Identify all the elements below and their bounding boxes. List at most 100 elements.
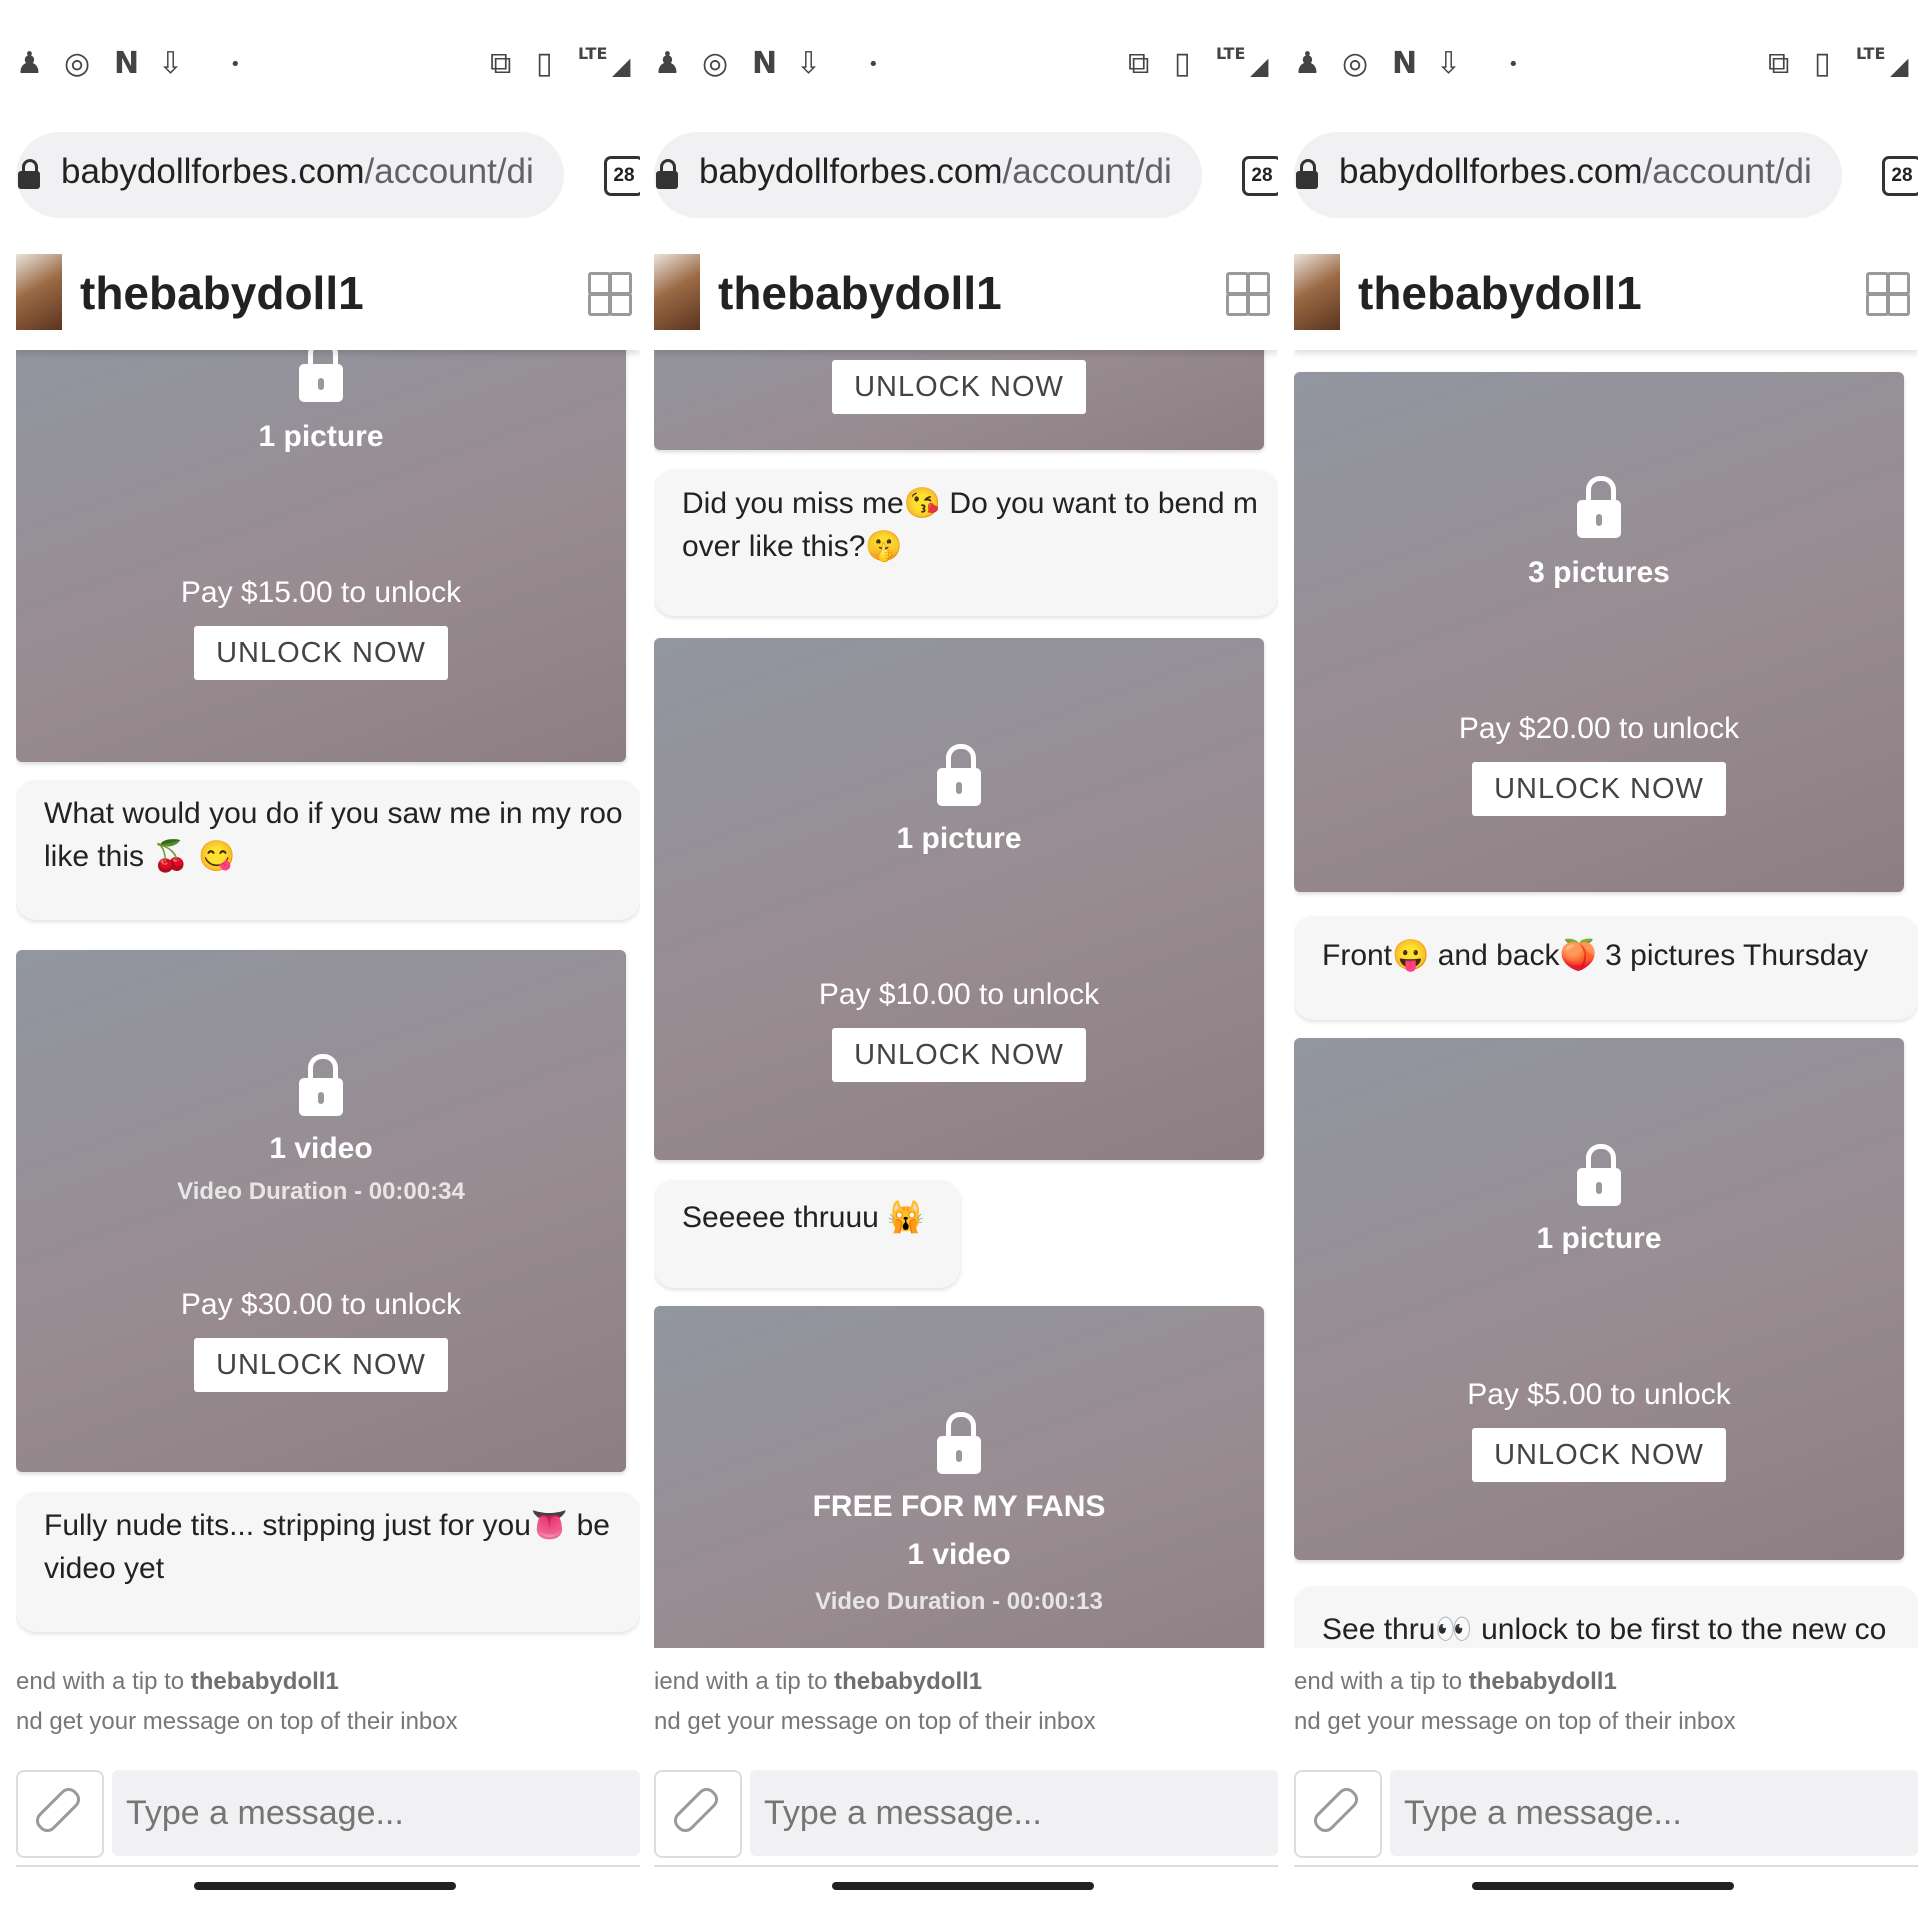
- message-text: like this 🍒 😋: [44, 840, 236, 873]
- instagram-icon: ◎: [1342, 46, 1369, 81]
- message-text: Did you miss me😘 Do you want to bend m: [682, 487, 1258, 520]
- divider: [1294, 1865, 1918, 1867]
- chat-username[interactable]: thebabydoll1: [718, 266, 1002, 320]
- address-bar[interactable]: babydollforbes.com/account/di: [16, 132, 564, 218]
- cast-icon: ⧉: [1128, 46, 1150, 81]
- signal-icon: ◢: [1250, 52, 1269, 80]
- lock-icon: [18, 159, 40, 189]
- padlock-icon: [937, 744, 981, 806]
- address-bar[interactable]: babydollforbes.com/account/di: [1294, 132, 1842, 218]
- phone-panel-2: ♟ ◎ N ⇩ • ⧉ ▯ LTE ◢ babydollforbes.com/a…: [654, 0, 1278, 1920]
- snapchat-icon: ♟: [16, 46, 43, 81]
- message-bubble: Did you miss me😘 Do you want to bend m o…: [654, 470, 1278, 616]
- message-input[interactable]: [1390, 1770, 1918, 1856]
- lock-icon: [1296, 159, 1318, 189]
- locked-media-card: 1 video Video Duration - 00:00:34 Pay $3…: [16, 950, 626, 1472]
- vibrate-icon: ▯: [536, 46, 553, 81]
- lte-label: LTE: [578, 44, 608, 63]
- tab-count-button[interactable]: 28: [604, 156, 640, 196]
- message-text: Seeeee thruuu 🙀: [682, 1201, 925, 1234]
- unlock-now-button[interactable]: UNLOCK NOW: [194, 1338, 448, 1392]
- video-duration: Video Duration - 00:00:13: [815, 1588, 1103, 1615]
- avatar[interactable]: [1294, 254, 1340, 330]
- phone-panel-1: ♟ ◎ N ⇩ • ⧉ ▯ LTE ◢ babydollforbes.com/a…: [16, 0, 640, 1920]
- attach-button[interactable]: [16, 1770, 104, 1858]
- unlock-price: Pay $5.00 to unlock: [1467, 1378, 1731, 1411]
- unlock-now-button[interactable]: UNLOCK NOW: [832, 1028, 1086, 1082]
- download-icon: ⇩: [796, 46, 822, 81]
- padlock-icon: [299, 1054, 343, 1116]
- free-for-fans-label: FREE FOR MY FANS: [812, 1490, 1106, 1523]
- media-type-label: 3 pictures: [1528, 556, 1670, 589]
- padlock-icon: [299, 350, 343, 402]
- locked-media-card: 3 pictures Pay $20.00 to unlock UNLOCK N…: [1294, 372, 1904, 892]
- netflix-icon: N: [114, 46, 140, 81]
- unlock-now-button[interactable]: UNLOCK NOW: [194, 626, 448, 680]
- avatar[interactable]: [654, 254, 700, 330]
- paperclip-icon: [1309, 1783, 1363, 1837]
- tip-prompt: end with a tip to thebabydoll1: [16, 1668, 339, 1695]
- tip-subtext: nd get your message on top of their inbo…: [654, 1708, 1096, 1735]
- url-text[interactable]: babydollforbes.com/account/di: [1339, 152, 1839, 192]
- tab-count-button[interactable]: 28: [1242, 156, 1278, 196]
- chat-username[interactable]: thebabydoll1: [1358, 266, 1642, 320]
- paperclip-icon: [31, 1783, 85, 1837]
- media-type-label: 1 video: [269, 1132, 373, 1165]
- unlock-now-button[interactable]: UNLOCK NOW: [1472, 762, 1726, 816]
- message-input[interactable]: [112, 1770, 640, 1856]
- locked-media-card: UNLOCK NOW: [654, 350, 1264, 450]
- padlock-icon: [1577, 476, 1621, 538]
- locked-media-card: 1 picture Pay $15.00 to unlock UNLOCK NO…: [16, 350, 626, 762]
- avatar[interactable]: [16, 254, 62, 330]
- attach-button[interactable]: [654, 1770, 742, 1858]
- message-text: video yet: [44, 1552, 165, 1585]
- status-bar: ♟ ◎ N ⇩ • ⧉ ▯ LTE ◢: [1294, 40, 1918, 90]
- snapchat-icon: ♟: [1294, 46, 1321, 81]
- lte-label: LTE: [1216, 44, 1246, 63]
- media-type-label: 1 picture: [896, 822, 1022, 855]
- home-indicator[interactable]: [832, 1882, 1094, 1890]
- lte-label: LTE: [1856, 44, 1886, 63]
- unlock-now-button[interactable]: UNLOCK NOW: [1472, 1428, 1726, 1482]
- message-bubble: Fully nude tits... stripping just for yo…: [16, 1492, 640, 1632]
- tab-count-button[interactable]: 28: [1882, 156, 1918, 196]
- dot-icon: •: [868, 54, 879, 75]
- cast-icon: ⧉: [1768, 46, 1790, 81]
- gallery-grid-icon[interactable]: [1226, 272, 1270, 316]
- message-input[interactable]: [750, 1770, 1278, 1856]
- home-indicator[interactable]: [1472, 1882, 1734, 1890]
- instagram-icon: ◎: [702, 46, 729, 81]
- unlock-price: Pay $15.00 to unlock: [180, 576, 462, 609]
- dot-icon: •: [1508, 54, 1519, 75]
- download-icon: ⇩: [1436, 46, 1462, 81]
- gallery-grid-icon[interactable]: [1866, 272, 1910, 316]
- cast-icon: ⧉: [490, 46, 512, 81]
- message-list[interactable]: 3 pictures Pay $20.00 to unlock UNLOCK N…: [1294, 350, 1918, 1648]
- tip-subtext: nd get your message on top of their inbo…: [1294, 1708, 1736, 1735]
- chat-username[interactable]: thebabydoll1: [80, 266, 364, 320]
- locked-media-card: 1 picture Pay $10.00 to unlock UNLOCK NO…: [654, 638, 1264, 1160]
- unlock-now-button[interactable]: UNLOCK NOW: [832, 360, 1086, 414]
- url-text[interactable]: babydollforbes.com/account/di: [699, 152, 1199, 192]
- attach-button[interactable]: [1294, 1770, 1382, 1858]
- message-bubble: See thru👀 unlock to be first to the new …: [1294, 1586, 1918, 1648]
- media-type-label: 1 picture: [1536, 1222, 1662, 1255]
- gallery-grid-icon[interactable]: [588, 272, 632, 316]
- heart-padlock-icon: [937, 1412, 981, 1474]
- message-text: Front😛 and back🍑 3 pictures Thursday: [1322, 939, 1869, 972]
- message-list[interactable]: 1 picture Pay $15.00 to unlock UNLOCK NO…: [16, 350, 640, 1648]
- tip-subtext: nd get your message on top of their inbo…: [16, 1708, 458, 1735]
- media-type-label: 1 video: [907, 1538, 1011, 1571]
- message-list[interactable]: UNLOCK NOW Did you miss me😘 Do you want …: [654, 350, 1278, 1648]
- vibrate-icon: ▯: [1174, 46, 1191, 81]
- video-duration: Video Duration - 00:00:34: [177, 1178, 465, 1205]
- lock-icon: [656, 159, 678, 189]
- unlock-price: Pay $10.00 to unlock: [818, 978, 1100, 1011]
- signal-icon: ◢: [612, 52, 631, 80]
- url-text[interactable]: babydollforbes.com/account/di: [61, 152, 561, 192]
- dot-icon: •: [230, 54, 241, 75]
- address-bar[interactable]: babydollforbes.com/account/di: [654, 132, 1202, 218]
- message-text: See thru👀 unlock to be first to the new …: [1322, 1613, 1887, 1646]
- home-indicator[interactable]: [194, 1882, 456, 1890]
- unlock-price: Pay $20.00 to unlock: [1458, 712, 1740, 745]
